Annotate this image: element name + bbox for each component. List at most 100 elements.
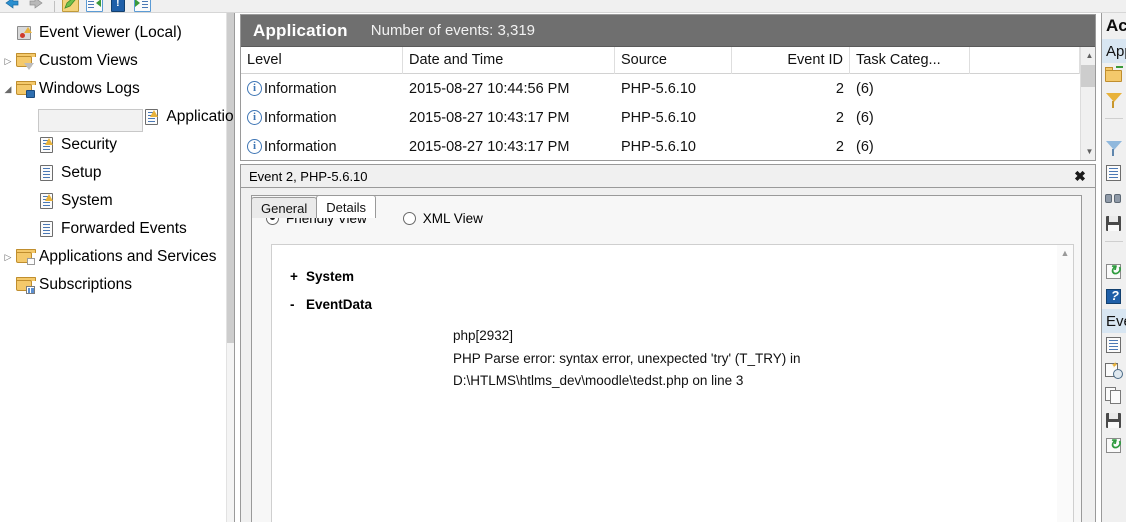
chevron-right-icon[interactable]: ▷	[0, 243, 16, 271]
table-row[interactable]: i Information 2015-08-27 10:44:56 PM PHP-5.…	[241, 74, 1095, 103]
filter-current-log-icon	[1105, 140, 1123, 157]
save-selected-events-icon	[1105, 412, 1123, 429]
refresh-icon	[1105, 436, 1123, 454]
actions-section-event: Event 2, PHP-5.6.10	[1102, 309, 1126, 333]
chevron-right-icon[interactable]: ▷	[0, 47, 16, 75]
action-copy[interactable]	[1102, 383, 1126, 408]
cell-datetime: 2015-08-27 10:43:17 PM	[409, 109, 570, 126]
column-header-date-and-time[interactable]: Date and Time	[403, 47, 615, 74]
action-event-properties[interactable]	[1102, 333, 1126, 358]
tree-item-event-viewer-local[interactable]: Event Viewer (Local)	[0, 19, 234, 47]
folder-grid-icon	[16, 277, 36, 294]
action-properties[interactable]	[1102, 161, 1126, 186]
node-eventdata[interactable]: - EventData	[290, 297, 1073, 312]
tree-item-system[interactable]: System	[0, 187, 234, 215]
scroll-up-arrow-icon[interactable]: ▲	[1081, 47, 1095, 64]
expand-plus-icon[interactable]: +	[290, 269, 306, 284]
properties-icon[interactable]: !	[107, 0, 129, 12]
new-view-icon[interactable]	[59, 0, 81, 12]
create-custom-view-icon	[1105, 92, 1123, 109]
close-icon[interactable]: ✖	[1071, 167, 1089, 185]
cell-task-category: (6)	[856, 138, 874, 155]
event-detail-content[interactable]: + System - EventData php[2932] PHP Parse …	[271, 244, 1074, 522]
column-header-filler	[970, 47, 1080, 74]
forward-arrow-icon[interactable]	[26, 0, 48, 12]
tree-item-windows-logs[interactable]: ◢ Windows Logs	[0, 75, 234, 103]
actions-spacer	[1102, 124, 1126, 136]
action-create-custom-view[interactable]	[1102, 88, 1126, 113]
folder-monitor-icon	[16, 81, 36, 98]
event-detail-pane: Event 2, PHP-5.6.10 ✖ General Details Fri…	[240, 164, 1096, 522]
action-refresh[interactable]	[1102, 259, 1126, 284]
tree-item-custom-views[interactable]: ▷ Custom Views	[0, 47, 234, 75]
actions-separator-2	[1105, 241, 1123, 242]
tree-item-label: Forwarded Events	[61, 220, 187, 237]
cell-level: i Information	[241, 103, 403, 132]
log-plain-icon	[38, 221, 55, 237]
tree-item-subscriptions[interactable]: Subscriptions	[0, 271, 234, 299]
detail-title: Event 2, PHP-5.6.10	[249, 168, 368, 184]
action-help[interactable]	[1102, 284, 1126, 309]
column-header-source[interactable]: Source	[615, 47, 732, 74]
navigation-tree-pane[interactable]: Event Viewer (Local) ▷ Custom Views ◢ Window…	[0, 13, 235, 522]
detail-scroll-up-arrow-icon[interactable]: ▲	[1057, 245, 1073, 261]
chevron-down-icon[interactable]: ◢	[0, 75, 16, 103]
column-header-event-id[interactable]: Event ID	[732, 47, 850, 74]
tree-item-application[interactable]: Application	[0, 103, 234, 132]
cell-datetime: 2015-08-27 10:43:17 PM	[409, 138, 570, 155]
cell-event-id: 2	[835, 109, 844, 126]
tab-details[interactable]: Details	[316, 195, 376, 218]
action-open-saved-log[interactable]	[1102, 63, 1126, 88]
event-grid-scrollbar[interactable]: ▲ ▼	[1080, 47, 1095, 160]
node-system[interactable]: + System	[290, 269, 1073, 284]
scrollbar-thumb[interactable]	[1081, 65, 1095, 87]
log-warning-icon	[38, 193, 55, 209]
tree-item-label: Applications and Services	[39, 248, 217, 265]
event-grid[interactable]: Level Date and Time Source Event ID Task Cat…	[241, 47, 1095, 160]
action-find[interactable]	[1102, 186, 1126, 211]
tree-item-label: Security	[61, 136, 117, 153]
event-grid-header[interactable]: Level Date and Time Source Event ID Task Cat…	[241, 47, 1095, 74]
folder-filter-icon	[16, 53, 36, 70]
list-left-icon[interactable]	[83, 0, 105, 12]
table-row[interactable]: i Information 2015-08-27 10:43:17 PM PHP-5.…	[241, 132, 1095, 160]
cell-task-category: (6)	[856, 80, 874, 97]
detail-content-scrollbar[interactable]: ▲	[1057, 245, 1073, 522]
column-header-level[interactable]: Level	[241, 47, 403, 74]
node-eventdata-label: EventData	[306, 297, 373, 312]
action-filter-current-log[interactable]	[1102, 136, 1126, 161]
actions-spacer-2	[1102, 247, 1126, 259]
event-data-text: php[2932] PHP Parse error: syntax error, …	[453, 325, 1073, 393]
tab-general[interactable]: General	[251, 197, 318, 218]
column-header-task-categ[interactable]: Task Categ...	[850, 47, 970, 74]
cell-source: PHP-5.6.10	[621, 80, 696, 97]
list-right-icon[interactable]	[131, 0, 153, 12]
action-save-selected-events[interactable]	[1102, 408, 1126, 433]
tree-item-forwarded-events[interactable]: Forwarded Events	[0, 215, 234, 243]
table-row[interactable]: i Information 2015-08-27 10:43:17 PM PHP-5.…	[241, 103, 1095, 132]
action-attach-task[interactable]: ✦	[1102, 358, 1126, 383]
action-save-events[interactable]	[1102, 211, 1126, 236]
log-title: Application	[253, 20, 348, 40]
collapse-minus-icon[interactable]: -	[290, 297, 306, 312]
back-arrow-icon[interactable]	[2, 0, 24, 12]
level-label: Information	[264, 80, 337, 97]
detail-tabs[interactable]: General Details	[251, 195, 1095, 218]
event-properties-icon	[1105, 337, 1123, 354]
log-plain-icon	[38, 165, 55, 181]
tree-item-setup[interactable]: Setup	[0, 159, 234, 187]
tree-item-security[interactable]: Security	[0, 131, 234, 159]
event-data-line: php[2932]	[453, 328, 514, 343]
scroll-down-arrow-icon[interactable]: ▼	[1081, 143, 1095, 160]
event-grid-body[interactable]: i Information 2015-08-27 10:44:56 PM PHP-5.…	[241, 74, 1095, 160]
action-refresh-event[interactable]	[1102, 433, 1126, 458]
center-pane: Application Number of events: 3,319 Leve…	[240, 14, 1096, 522]
cell-level: i Information	[241, 74, 403, 103]
tree-scrollbar[interactable]	[226, 13, 234, 522]
tree-scrollbar-thumb[interactable]	[227, 13, 234, 343]
tree-item-applications-and-services[interactable]: ▷ Applications and Services	[0, 243, 234, 271]
